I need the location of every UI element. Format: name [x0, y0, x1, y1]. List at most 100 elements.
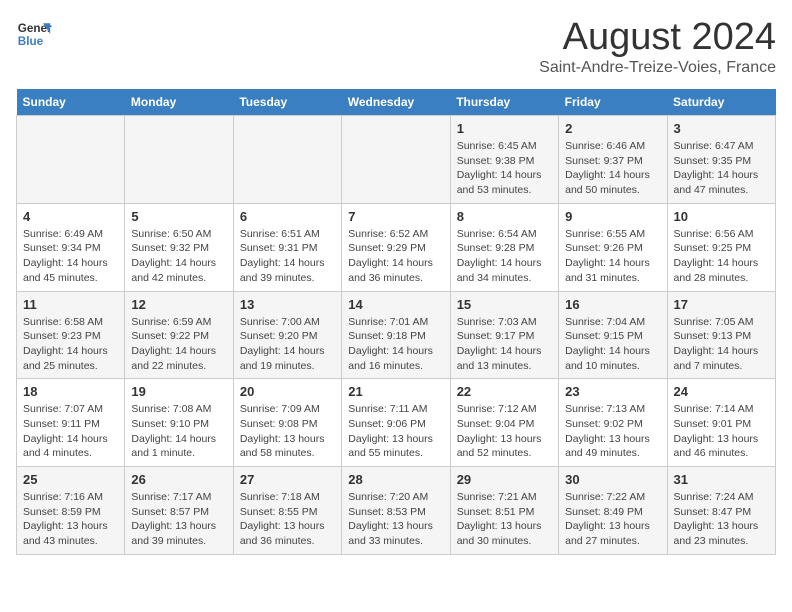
calendar-cell: 16Sunrise: 7:04 AM Sunset: 9:15 PM Dayli…	[559, 291, 667, 379]
weekday-header-sunday: Sunday	[17, 89, 125, 116]
calendar-cell: 30 Sunrise: 7:22 AM Sunset: 8:49 PM Dayli…	[559, 467, 667, 555]
calendar-header: SundayMondayTuesdayWednesdayThursdayFrid…	[17, 89, 776, 116]
calendar-week-1: 1 Sunrise: 6:45 AM Sunset: 9:38 PM Daylig…	[17, 116, 776, 204]
day-number: 21	[348, 384, 443, 399]
calendar-cell: 20 Sunrise: 7:09 AM Sunset: 9:08 PM Dayli…	[233, 379, 341, 467]
day-info: Sunrise: 6:50 AM Sunset: 9:32 PM Dayligh…	[131, 227, 226, 286]
weekday-header-thursday: Thursday	[450, 89, 558, 116]
day-number: 26	[131, 472, 226, 487]
weekday-header-saturday: Saturday	[667, 89, 775, 116]
logo-icon: General Blue	[16, 16, 52, 52]
calendar-cell: 12Sunrise: 6:59 AM Sunset: 9:22 PM Dayli…	[125, 291, 233, 379]
day-number: 19	[131, 384, 226, 399]
calendar-cell: 19Sunrise: 7:08 AM Sunset: 9:10 PM Dayli…	[125, 379, 233, 467]
calendar-cell: 9 Sunrise: 6:55 AM Sunset: 9:26 PM Daylig…	[559, 203, 667, 291]
calendar-cell	[125, 116, 233, 204]
title-section: August 2024 Saint-Andre-Treize-Voies, Fr…	[539, 16, 776, 77]
calendar-cell: 11Sunrise: 6:58 AM Sunset: 9:23 PM Dayli…	[17, 291, 125, 379]
calendar-cell: 18 Sunrise: 7:07 AM Sunset: 9:11 PM Dayli…	[17, 379, 125, 467]
calendar-cell: 22Sunrise: 7:12 AM Sunset: 9:04 PM Dayli…	[450, 379, 558, 467]
day-info: Sunrise: 7:07 AM Sunset: 9:11 PM Dayligh…	[23, 402, 118, 461]
day-info: Sunrise: 7:22 AM Sunset: 8:49 PM Dayligh…	[565, 490, 660, 549]
day-number: 17	[674, 297, 769, 312]
subtitle: Saint-Andre-Treize-Voies, France	[539, 59, 776, 77]
day-number: 12	[131, 297, 226, 312]
day-number: 28	[348, 472, 443, 487]
day-info: Sunrise: 6:45 AM Sunset: 9:38 PM Dayligh…	[457, 139, 552, 198]
day-number: 23	[565, 384, 660, 399]
calendar-cell: 21 Sunrise: 7:11 AM Sunset: 9:06 PM Dayli…	[342, 379, 450, 467]
day-number: 25	[23, 472, 118, 487]
calendar-cell: 27Sunrise: 7:18 AM Sunset: 8:55 PM Dayli…	[233, 467, 341, 555]
day-info: Sunrise: 6:54 AM Sunset: 9:28 PM Dayligh…	[457, 227, 552, 286]
calendar-cell: 3 Sunrise: 6:47 AM Sunset: 9:35 PM Daylig…	[667, 116, 775, 204]
calendar-cell: 31 Sunrise: 7:24 AM Sunset: 8:47 PM Dayli…	[667, 467, 775, 555]
day-info: Sunrise: 7:00 AM Sunset: 9:20 PM Dayligh…	[240, 315, 335, 374]
day-number: 6	[240, 209, 335, 224]
calendar-cell: 13 Sunrise: 7:00 AM Sunset: 9:20 PM Dayli…	[233, 291, 341, 379]
day-info: Sunrise: 7:17 AM Sunset: 8:57 PM Dayligh…	[131, 490, 226, 549]
calendar-cell: 28 Sunrise: 7:20 AM Sunset: 8:53 PM Dayli…	[342, 467, 450, 555]
calendar-cell: 6 Sunrise: 6:51 AM Sunset: 9:31 PM Daylig…	[233, 203, 341, 291]
calendar-cell: 17 Sunrise: 7:05 AM Sunset: 9:13 PM Dayli…	[667, 291, 775, 379]
day-number: 10	[674, 209, 769, 224]
day-info: Sunrise: 6:47 AM Sunset: 9:35 PM Dayligh…	[674, 139, 769, 198]
day-info: Sunrise: 7:20 AM Sunset: 8:53 PM Dayligh…	[348, 490, 443, 549]
day-info: Sunrise: 7:21 AM Sunset: 8:51 PM Dayligh…	[457, 490, 552, 549]
day-number: 7	[348, 209, 443, 224]
day-number: 2	[565, 121, 660, 136]
day-number: 11	[23, 297, 118, 312]
calendar-table: SundayMondayTuesdayWednesdayThursdayFrid…	[16, 89, 776, 555]
day-number: 30	[565, 472, 660, 487]
calendar-cell	[17, 116, 125, 204]
day-info: Sunrise: 7:11 AM Sunset: 9:06 PM Dayligh…	[348, 402, 443, 461]
day-number: 18	[23, 384, 118, 399]
calendar-cell: 29 Sunrise: 7:21 AM Sunset: 8:51 PM Dayli…	[450, 467, 558, 555]
day-number: 3	[674, 121, 769, 136]
day-info: Sunrise: 7:14 AM Sunset: 9:01 PM Dayligh…	[674, 402, 769, 461]
day-number: 15	[457, 297, 552, 312]
calendar-week-4: 18 Sunrise: 7:07 AM Sunset: 9:11 PM Dayli…	[17, 379, 776, 467]
day-number: 31	[674, 472, 769, 487]
day-number: 29	[457, 472, 552, 487]
day-info: Sunrise: 6:46 AM Sunset: 9:37 PM Dayligh…	[565, 139, 660, 198]
day-number: 27	[240, 472, 335, 487]
day-number: 8	[457, 209, 552, 224]
day-info: Sunrise: 7:05 AM Sunset: 9:13 PM Dayligh…	[674, 315, 769, 374]
calendar-cell: 5 Sunrise: 6:50 AM Sunset: 9:32 PM Daylig…	[125, 203, 233, 291]
calendar-cell: 2 Sunrise: 6:46 AM Sunset: 9:37 PM Daylig…	[559, 116, 667, 204]
weekday-header-friday: Friday	[559, 89, 667, 116]
calendar-week-3: 11Sunrise: 6:58 AM Sunset: 9:23 PM Dayli…	[17, 291, 776, 379]
day-info: Sunrise: 6:49 AM Sunset: 9:34 PM Dayligh…	[23, 227, 118, 286]
day-number: 16	[565, 297, 660, 312]
main-title: August 2024	[539, 16, 776, 59]
calendar-cell: 10 Sunrise: 6:56 AM Sunset: 9:25 PM Dayli…	[667, 203, 775, 291]
day-info: Sunrise: 7:09 AM Sunset: 9:08 PM Dayligh…	[240, 402, 335, 461]
day-number: 20	[240, 384, 335, 399]
calendar-cell: 8 Sunrise: 6:54 AM Sunset: 9:28 PM Daylig…	[450, 203, 558, 291]
weekday-header-monday: Monday	[125, 89, 233, 116]
day-info: Sunrise: 7:16 AM Sunset: 8:59 PM Dayligh…	[23, 490, 118, 549]
day-number: 1	[457, 121, 552, 136]
weekday-header-wednesday: Wednesday	[342, 89, 450, 116]
calendar-week-2: 4 Sunrise: 6:49 AM Sunset: 9:34 PM Daylig…	[17, 203, 776, 291]
day-number: 13	[240, 297, 335, 312]
calendar-cell: 24Sunrise: 7:14 AM Sunset: 9:01 PM Dayli…	[667, 379, 775, 467]
logo: General Blue	[16, 16, 52, 52]
day-info: Sunrise: 6:51 AM Sunset: 9:31 PM Dayligh…	[240, 227, 335, 286]
weekday-header-tuesday: Tuesday	[233, 89, 341, 116]
day-info: Sunrise: 7:03 AM Sunset: 9:17 PM Dayligh…	[457, 315, 552, 374]
day-info: Sunrise: 7:24 AM Sunset: 8:47 PM Dayligh…	[674, 490, 769, 549]
day-number: 5	[131, 209, 226, 224]
day-number: 9	[565, 209, 660, 224]
calendar-cell: 14Sunrise: 7:01 AM Sunset: 9:18 PM Dayli…	[342, 291, 450, 379]
day-info: Sunrise: 7:13 AM Sunset: 9:02 PM Dayligh…	[565, 402, 660, 461]
day-info: Sunrise: 7:12 AM Sunset: 9:04 PM Dayligh…	[457, 402, 552, 461]
calendar-week-5: 25 Sunrise: 7:16 AM Sunset: 8:59 PM Dayli…	[17, 467, 776, 555]
calendar-cell	[342, 116, 450, 204]
calendar-cell: 7Sunrise: 6:52 AM Sunset: 9:29 PM Daylig…	[342, 203, 450, 291]
page-header: General Blue August 2024 Saint-Andre-Tre…	[16, 16, 776, 77]
day-info: Sunrise: 6:55 AM Sunset: 9:26 PM Dayligh…	[565, 227, 660, 286]
day-number: 4	[23, 209, 118, 224]
day-info: Sunrise: 6:56 AM Sunset: 9:25 PM Dayligh…	[674, 227, 769, 286]
